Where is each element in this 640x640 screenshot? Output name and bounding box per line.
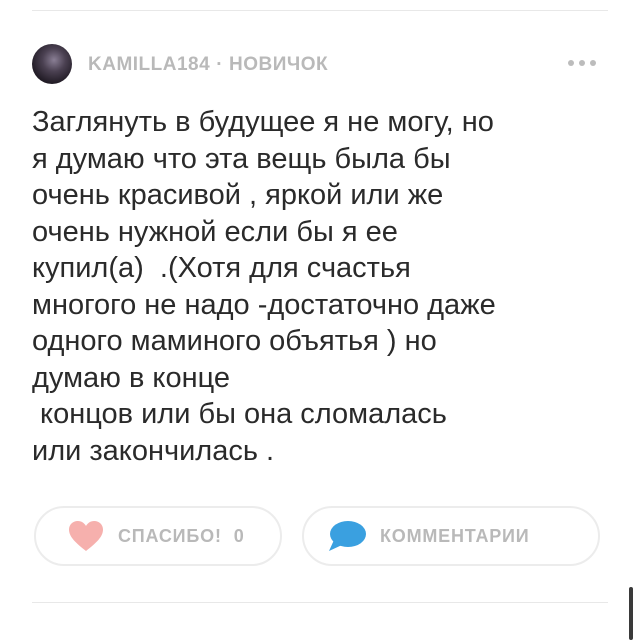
post-body-line: купил(а) .(Хотя для счастья [32, 252, 411, 284]
post-body-line: думаю в конце [32, 361, 231, 394]
post-body: Заглянуть в будущее я не могу, но я дума… [32, 104, 616, 469]
post-body-line: концов или бы она сломалась [32, 398, 447, 430]
post-body-line: очень красивой , яркой или же [32, 179, 444, 211]
thanks-count: 0 [233, 525, 244, 546]
bottom-divider [32, 602, 608, 603]
author-avatar[interactable] [32, 44, 72, 84]
more-dot [568, 60, 574, 66]
heart-icon [68, 520, 104, 552]
post-body-line: Заглянуть в будущее я не могу, но [32, 106, 494, 138]
more-dot [579, 60, 585, 66]
speech-bubble-icon [328, 520, 366, 552]
post-header: KAMILLA184 · НОВИЧОК [32, 44, 608, 84]
author-rank: НОВИЧОК [229, 54, 329, 75]
thanks-button[interactable]: СПАСИБО! 0 [34, 506, 282, 566]
post-body-line: очень нужной если бы я ее [32, 215, 398, 248]
post-body-line: многого не надо -достаточно даже [32, 288, 496, 321]
more-dots-icon[interactable] [568, 60, 596, 66]
top-divider [32, 10, 608, 11]
comments-label: КОММЕНТАРИИ [380, 525, 530, 546]
post-body-line: одного маминого объятья ) но [32, 325, 437, 357]
scrollbar-thumb[interactable] [629, 587, 633, 640]
author-username[interactable]: KAMILLA184 [88, 54, 210, 75]
author-separator: · [216, 54, 224, 75]
more-dot [590, 60, 596, 66]
post-body-line: или закончилась . [32, 434, 275, 467]
comments-button[interactable]: КОММЕНТАРИИ [302, 506, 600, 566]
post-body-line: я думаю что эта вещь была бы [32, 142, 451, 175]
author-line: KAMILLA184 · НОВИЧОК [88, 54, 328, 76]
thanks-label: СПАСИБО! [118, 525, 222, 546]
